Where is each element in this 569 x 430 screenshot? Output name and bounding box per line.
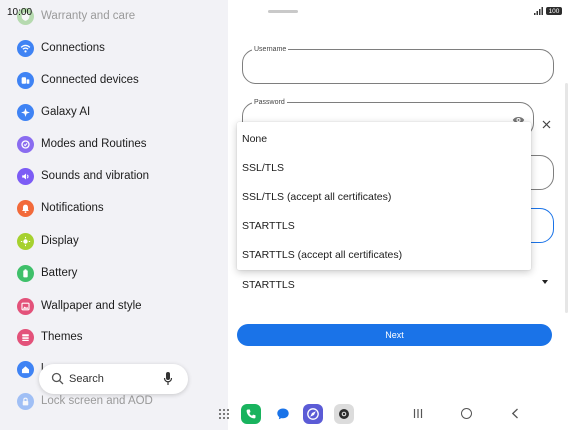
drag-handle[interactable] — [268, 10, 298, 13]
dropdown-arrow-icon[interactable] — [542, 280, 548, 284]
settings-item-label: Connected devices — [41, 74, 139, 86]
settings-item-label: Sounds and vibration — [41, 170, 150, 182]
recents-button[interactable] — [413, 408, 423, 419]
phone-app-icon[interactable] — [241, 404, 261, 424]
menu-option-none[interactable]: None — [242, 133, 267, 145]
settings-item-galaxy-ai[interactable]: Galaxy AI — [0, 97, 228, 127]
close-icon[interactable] — [542, 120, 551, 129]
settings-item-label: Notifications — [41, 202, 104, 214]
menu-option-ssl-tls-accept-all[interactable]: SSL/TLS (accept all certificates) — [242, 191, 391, 203]
settings-item-modes-routines[interactable]: Modes and Routines — [0, 129, 228, 159]
notifications-icon — [17, 199, 34, 217]
security-type-select[interactable]: STARTTLS — [242, 279, 295, 291]
password-label: Password — [252, 98, 287, 107]
wifi-icon — [17, 39, 34, 57]
back-button[interactable] — [511, 408, 519, 419]
username-label: Username — [252, 45, 289, 54]
settings-item-wallpaper-style[interactable]: Wallpaper and style — [0, 291, 228, 321]
settings-pane: 10:00 Warranty and care Connections Conn… — [0, 0, 228, 430]
messages-app-icon[interactable] — [273, 404, 293, 424]
settings-item-display[interactable]: Display — [0, 226, 228, 256]
settings-item-connections[interactable]: Connections — [0, 33, 228, 63]
username-field[interactable]: Username — [242, 45, 554, 84]
sound-icon — [17, 167, 34, 185]
settings-item-notifications[interactable]: Notifications — [0, 193, 228, 223]
battery-status-icon: 100 — [546, 7, 562, 15]
devices-icon — [17, 71, 34, 89]
apps-grid-icon[interactable] — [219, 409, 229, 419]
settings-item-label: Themes — [41, 331, 83, 343]
signal-icon — [534, 7, 543, 15]
home-screen-icon — [17, 360, 34, 378]
taskbar — [0, 398, 569, 430]
search-bar[interactable]: Search — [39, 364, 188, 394]
camera-app-icon[interactable] — [334, 404, 354, 424]
search-label: Search — [69, 373, 104, 385]
menu-option-starttls[interactable]: STARTTLS — [242, 220, 295, 232]
display-icon — [17, 232, 34, 250]
modes-icon — [17, 135, 34, 153]
battery-icon — [17, 264, 34, 282]
settings-item-label: Display — [41, 235, 79, 247]
browser-app-icon[interactable] — [303, 404, 323, 424]
settings-item-themes[interactable]: Themes — [0, 322, 228, 352]
microphone-icon[interactable] — [163, 371, 173, 387]
settings-item-label: Battery — [41, 267, 78, 279]
wallpaper-icon — [17, 297, 34, 315]
settings-item-warranty[interactable]: Warranty and care — [0, 1, 228, 31]
settings-item-label: Wallpaper and style — [41, 300, 142, 312]
status-time: 10:00 — [7, 7, 33, 18]
settings-item-label: Warranty and care — [41, 10, 136, 22]
menu-option-ssl-tls[interactable]: SSL/TLS — [242, 162, 284, 174]
status-bar-right: 100 — [534, 7, 562, 15]
menu-option-starttls-accept-all[interactable]: STARTTLS (accept all certificates) — [242, 249, 402, 261]
scrollbar[interactable] — [565, 83, 568, 313]
settings-item-label: Galaxy AI — [41, 106, 91, 118]
settings-item-connected-devices[interactable]: Connected devices — [0, 65, 228, 95]
settings-item-battery[interactable]: Battery — [0, 258, 228, 288]
next-button[interactable]: Next — [237, 324, 552, 346]
galaxy-ai-icon — [17, 103, 34, 121]
settings-item-label: Modes and Routines — [41, 138, 147, 150]
settings-item-sounds-vibration[interactable]: Sounds and vibration — [0, 161, 228, 191]
home-button[interactable] — [461, 408, 472, 419]
settings-item-label: Connections — [41, 42, 105, 54]
security-type-menu: None SSL/TLS SSL/TLS (accept all certifi… — [237, 122, 531, 270]
search-icon — [51, 372, 64, 385]
themes-icon — [17, 328, 34, 346]
